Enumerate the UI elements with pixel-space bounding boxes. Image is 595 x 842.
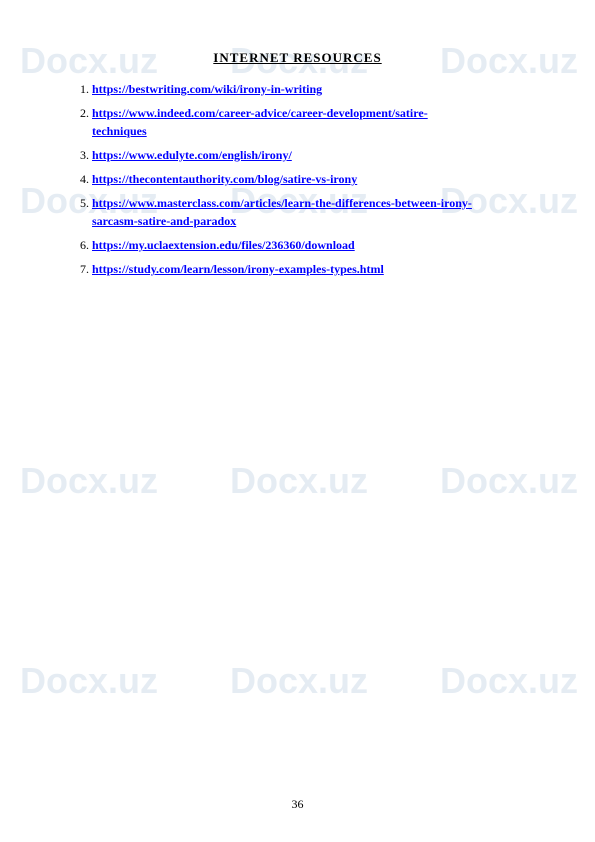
link-5[interactable]: https://www.masterclass.com/articles/lea… — [92, 196, 472, 228]
list-item: https://www.masterclass.com/articles/lea… — [92, 194, 523, 230]
link-3[interactable]: https://www.edulyte.com/english/irony/ — [92, 148, 292, 162]
watermark-7: Docx.uz — [20, 460, 158, 502]
list-item: https://my.uclaextension.edu/files/23636… — [92, 236, 523, 254]
watermark-9: Docx.uz — [440, 460, 578, 502]
link-2[interactable]: https://www.indeed.com/career-advice/car… — [92, 106, 428, 138]
list-item: https://study.com/learn/lesson/irony-exa… — [92, 260, 523, 278]
watermark-12: Docx.uz — [440, 660, 578, 702]
watermark-10: Docx.uz — [20, 660, 158, 702]
watermark-8: Docx.uz — [230, 460, 368, 502]
list-item: https://bestwriting.com/wiki/irony-in-wr… — [92, 80, 523, 98]
link-1[interactable]: https://bestwriting.com/wiki/irony-in-wr… — [92, 82, 322, 96]
main-content: INTERNET RESOURCES https://bestwriting.c… — [0, 0, 595, 334]
link-4[interactable]: https://thecontentauthority.com/blog/sat… — [92, 172, 357, 186]
resources-list: https://bestwriting.com/wiki/irony-in-wr… — [72, 80, 523, 278]
link-6[interactable]: https://my.uclaextension.edu/files/23636… — [92, 238, 355, 252]
list-item: https://www.edulyte.com/english/irony/ — [92, 146, 523, 164]
section-title: INTERNET RESOURCES — [72, 50, 523, 66]
watermark-11: Docx.uz — [230, 660, 368, 702]
link-7[interactable]: https://study.com/learn/lesson/irony-exa… — [92, 262, 384, 276]
list-item: https://www.indeed.com/career-advice/car… — [92, 104, 523, 140]
list-item: https://thecontentauthority.com/blog/sat… — [92, 170, 523, 188]
page-number: 36 — [292, 797, 304, 812]
